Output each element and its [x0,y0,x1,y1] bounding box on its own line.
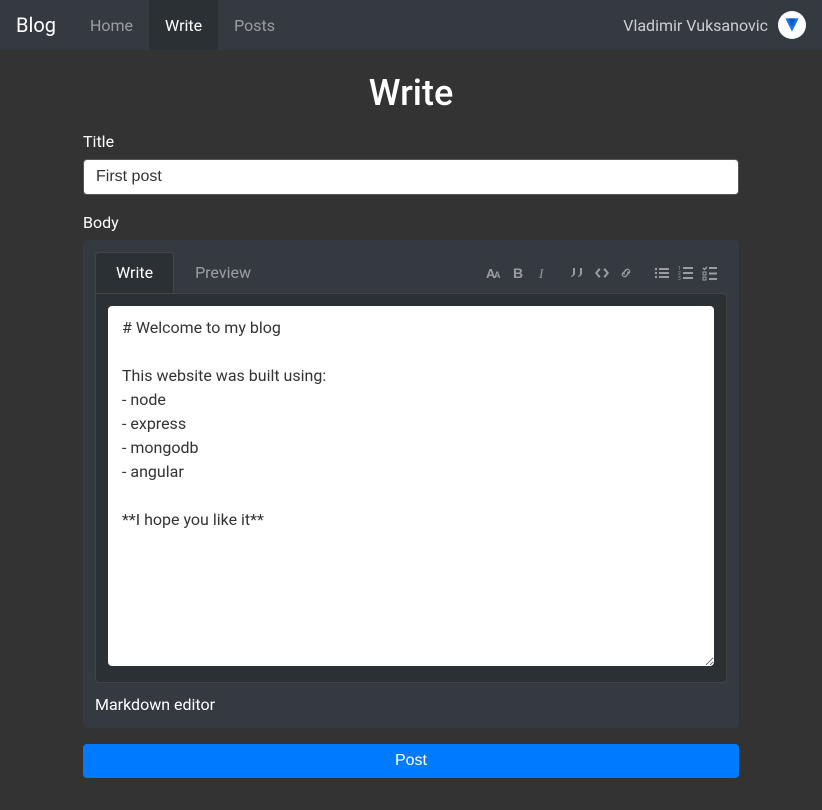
tab-write[interactable]: Write [95,252,174,293]
heading-icon[interactable]: AA [485,264,503,282]
editor-wrapper: Write Preview AA B I [83,240,739,728]
nav-link-home[interactable]: Home [74,0,149,50]
main-container: Write Title Body Write Preview AA B I [71,72,751,778]
avatar[interactable] [778,11,806,39]
nav-link-write[interactable]: Write [149,0,218,50]
editor-toolbar: AA B I [471,264,727,282]
body-label: Body [83,213,739,232]
tab-preview[interactable]: Preview [174,252,272,293]
svg-text:B: B [513,265,523,281]
username-label[interactable]: Vladimir Vuksanovic [623,16,768,35]
page-title: Write [83,72,739,114]
toolbar-group-list: 123 [653,264,719,282]
brand-logo[interactable]: Blog [16,13,56,37]
avatar-icon [782,15,802,35]
title-label: Title [83,132,739,151]
nav-link-posts[interactable]: Posts [218,0,291,50]
svg-text:I: I [538,266,544,281]
code-icon[interactable] [593,264,611,282]
editor-tabs-row: Write Preview AA B I [95,252,727,293]
editor-tabs: Write Preview [95,252,272,293]
editor-footer: Markdown editor [95,683,727,716]
link-icon[interactable] [617,264,635,282]
nav-right: Vladimir Vuksanovic [623,11,806,39]
svg-text:A: A [494,270,501,280]
textarea-wrap [95,293,727,683]
bullet-list-icon[interactable] [653,264,671,282]
quote-icon[interactable] [569,264,587,282]
toolbar-group-text: AA B I [485,264,551,282]
italic-icon[interactable]: I [533,264,551,282]
numbered-list-icon[interactable]: 123 [677,264,695,282]
svg-text:3: 3 [678,276,681,281]
body-textarea[interactable] [108,306,714,666]
navbar: Blog Home Write Posts Vladimir Vuksanovi… [0,0,822,50]
title-input[interactable] [83,159,739,195]
post-button[interactable]: Post [83,744,739,778]
nav-links: Home Write Posts [74,0,291,50]
bold-icon[interactable]: B [509,264,527,282]
toolbar-group-insert [569,264,635,282]
task-list-icon[interactable] [701,264,719,282]
